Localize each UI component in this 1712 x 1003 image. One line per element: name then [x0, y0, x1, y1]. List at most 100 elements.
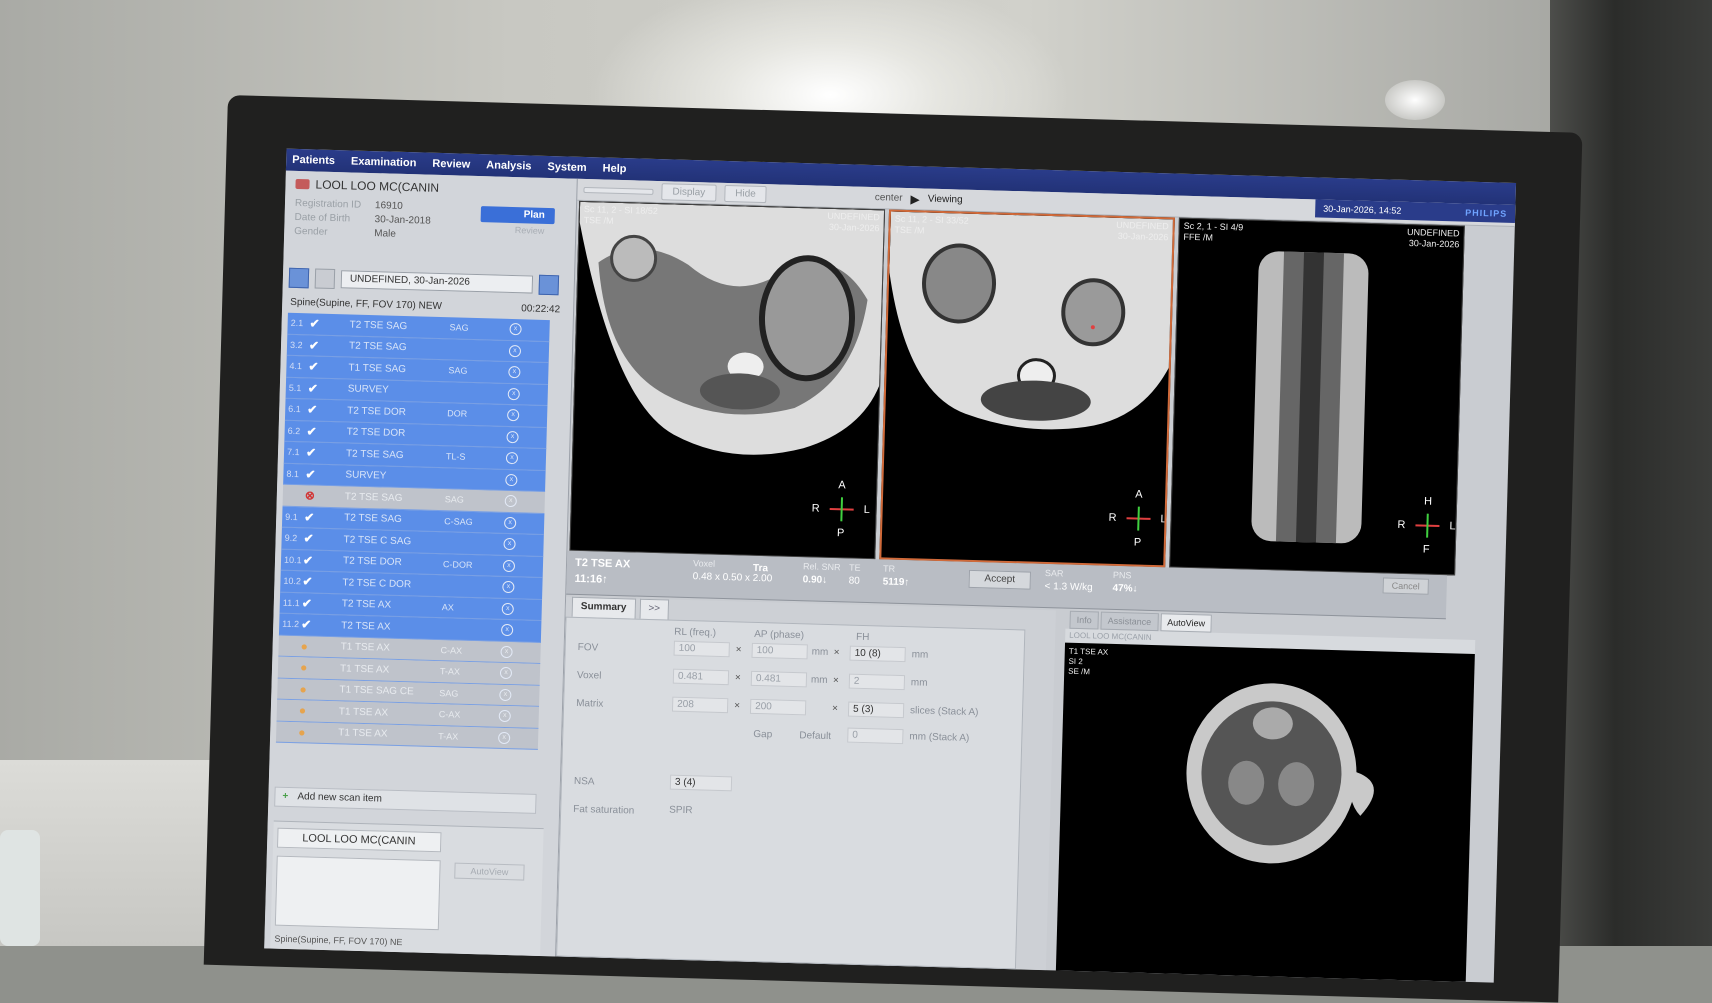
nsa-field[interactable]: 3 (4) — [670, 775, 732, 792]
matrix-ap-field[interactable]: 200 — [750, 699, 806, 716]
fov-fh-field[interactable]: 10 (8) — [849, 646, 905, 663]
voxel-ap-field[interactable]: 0.481 — [751, 671, 807, 688]
checkmark-icon: ✔ — [303, 553, 343, 568]
menu-system[interactable]: System — [547, 161, 586, 174]
exam-add-icon[interactable] — [539, 275, 560, 296]
mm-unit: mm — [911, 677, 928, 688]
scan-number — [277, 688, 299, 689]
plan-button[interactable]: Plan — [481, 206, 555, 224]
autoview-button[interactable]: AutoView — [454, 863, 524, 881]
scan-orientation: SAG — [445, 494, 505, 506]
scan-options-icon[interactable]: x — [500, 667, 512, 679]
pending-icon: ● — [300, 660, 340, 675]
scan-orientation — [447, 435, 507, 437]
patient-queue-card: LOOL LOO MC(CANIN AutoView Spine(Supine,… — [270, 821, 543, 956]
voxel-rl-field[interactable]: 0.481 — [673, 669, 729, 686]
menu-help[interactable]: Help — [602, 162, 626, 175]
patient-name-row: LOOL LOO MC(CANIN — [295, 177, 568, 199]
viewport-2[interactable]: Sc 11, 2 - SI 33/52TSE /M UNDEFINED30-Ja… — [879, 210, 1175, 568]
scan-options-icon[interactable]: x — [509, 323, 521, 335]
mri-console-screen: Patients Examination Review Analysis Sys… — [264, 149, 1516, 983]
scan-orientation — [445, 478, 505, 480]
exam-list-icon[interactable] — [289, 268, 310, 289]
scan-options-icon[interactable]: x — [505, 474, 517, 486]
scan-options-icon[interactable]: x — [505, 495, 517, 507]
voxel-label: Voxel — [577, 670, 602, 682]
scan-options-icon[interactable]: x — [500, 646, 512, 658]
viewport-3-info-right: UNDEFINED30-Jan-2026 — [1407, 227, 1460, 250]
patient-name: LOOL LOO MC(CANIN — [315, 177, 439, 194]
matrix-label: Matrix — [576, 698, 604, 710]
scan-options-icon[interactable]: x — [498, 732, 510, 744]
matrix-rl-field[interactable]: 208 — [672, 697, 728, 714]
scan-name: T1 TSE AX — [339, 706, 439, 720]
scan-options-icon[interactable]: x — [499, 710, 511, 722]
fov-rl-field[interactable]: 100 — [674, 641, 730, 658]
display-button[interactable]: Display — [661, 183, 716, 202]
scan-options-icon[interactable]: x — [501, 624, 513, 636]
scan-name: T2 TSE C SAG — [343, 534, 443, 548]
gap-field[interactable]: 0 — [847, 728, 903, 745]
tab-summary[interactable]: Summary — [572, 597, 636, 619]
scan-options-icon[interactable]: x — [508, 366, 520, 378]
review-button[interactable]: Review — [480, 224, 554, 240]
accept-button[interactable]: Accept — [969, 570, 1031, 590]
scan-name: T2 TSE DOR — [347, 405, 447, 419]
queue-patient-name[interactable]: LOOL LOO MC(CANIN — [277, 828, 441, 853]
scan-name: T1 TSE AX — [338, 728, 438, 742]
hide-button[interactable]: Hide — [724, 185, 767, 203]
scan-options-icon[interactable]: x — [506, 431, 518, 443]
gap-unit: mm (Stack A) — [909, 731, 969, 744]
times-sign: × — [834, 647, 840, 658]
tab-info[interactable]: Info — [1069, 611, 1099, 630]
tab-more[interactable]: >> — [639, 599, 669, 620]
scan-options-icon[interactable]: x — [509, 345, 521, 357]
scan-options-icon[interactable]: x — [502, 603, 514, 615]
scan-options-icon[interactable]: x — [499, 689, 511, 701]
fov-ap-field[interactable]: 100 — [751, 643, 807, 660]
tab-assistance[interactable]: Assistance — [1100, 612, 1158, 632]
exam-grid-icon[interactable] — [315, 269, 336, 290]
add-scan-button[interactable]: Add new scan item — [274, 787, 536, 814]
scan-number: 8.1 — [283, 468, 305, 479]
tab-autoview[interactable]: AutoView — [1160, 613, 1212, 632]
viewport-3[interactable]: Sc 2, 1 - SI 4/9FFE /M UNDEFINED30-Jan-2… — [1169, 218, 1465, 576]
checkmark-icon: ✔ — [306, 424, 346, 439]
tra-label: Tra — [753, 560, 768, 574]
exam-selector[interactable]: UNDEFINED, 30-Jan-2026 — [341, 270, 533, 293]
menu-analysis[interactable]: Analysis — [486, 159, 532, 172]
play-icon[interactable]: ▶ — [910, 192, 920, 206]
viewing-dropdown[interactable]: Viewing — [928, 194, 963, 206]
pending-icon: ● — [300, 639, 340, 654]
scan-list: 2.1✔T2 TSE SAGSAGx3.2✔T2 TSE SAGx4.1✔T1 … — [276, 313, 550, 750]
scan-orientation: SAG — [449, 323, 509, 335]
menu-examination[interactable]: Examination — [351, 155, 417, 169]
default-checkbox[interactable]: Default — [799, 730, 831, 742]
menu-review[interactable]: Review — [432, 158, 470, 171]
menu-patients[interactable]: Patients — [292, 154, 335, 167]
error-icon: ⊗ — [305, 489, 345, 504]
sar-param: SAR< 1.3 W/kg — [1044, 568, 1093, 593]
scan-options-icon[interactable]: x — [503, 538, 515, 550]
toolbar-field[interactable] — [583, 186, 653, 194]
scan-options-icon[interactable]: x — [506, 452, 518, 464]
cancel-button[interactable]: Cancel — [1383, 577, 1429, 594]
scan-options-icon[interactable]: x — [503, 560, 515, 572]
scan-options-icon[interactable]: x — [508, 388, 520, 400]
scan-orientation: SAG — [448, 366, 508, 378]
scan-options-icon[interactable]: x — [504, 517, 516, 529]
scan-options-icon[interactable]: x — [502, 581, 514, 593]
center-label[interactable]: center — [875, 192, 903, 204]
exam-title-row: Spine(Supine, FF, FOV 170) NEW 00:22:42 — [290, 297, 560, 316]
times-sign: × — [832, 703, 838, 714]
fat-sat-checkbox[interactable]: SPIR — [669, 805, 693, 817]
scan-options-icon[interactable]: x — [507, 409, 519, 421]
viewport-1[interactable]: Sc 11, 2 - SI 18/52TSE /M UNDEFINED30-Ja… — [569, 201, 885, 559]
autoview-image[interactable]: T1 TSE AXSI 2SE /M — [1056, 643, 1475, 982]
scan-orientation — [448, 392, 508, 394]
checkmark-icon: ✔ — [309, 338, 349, 353]
matrix-fh-field[interactable]: 5 (3) — [848, 702, 904, 719]
scan-number — [283, 495, 305, 496]
scan-orientation: C-AX — [439, 709, 499, 721]
voxel-fh-field[interactable]: 2 — [849, 674, 905, 691]
